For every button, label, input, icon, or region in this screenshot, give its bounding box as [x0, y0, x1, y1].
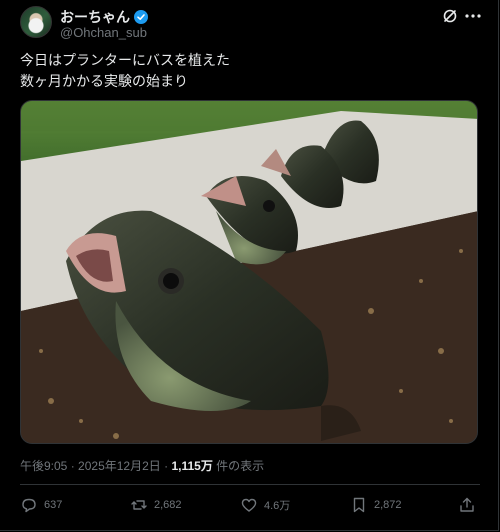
bookmark-icon: [353, 497, 365, 513]
like-button[interactable]: 4.6万: [240, 496, 290, 514]
meta-separator: ·: [164, 459, 169, 473]
reply-icon: [22, 498, 36, 513]
views-count: 1,115万: [171, 459, 213, 473]
repost-icon: [131, 500, 147, 510]
post-media-image[interactable]: [20, 100, 478, 444]
avatar[interactable]: [20, 6, 52, 38]
meta-separator: ·: [70, 459, 75, 473]
bookmark-count: 2,872: [374, 499, 402, 511]
post-header: おーちゃん @Ohchan_sub: [20, 4, 482, 44]
more-icon[interactable]: [464, 8, 482, 24]
like-count: 4.6万: [264, 500, 291, 512]
post-date[interactable]: 2025年12月2日: [78, 459, 161, 473]
like-icon: [241, 498, 257, 512]
author-display-name[interactable]: おーちゃん: [60, 7, 130, 27]
verified-badge-icon: [134, 10, 148, 24]
reply-count: 637: [44, 499, 63, 511]
post-time[interactable]: 午後9:05: [20, 459, 67, 473]
share-icon: [460, 497, 474, 512]
views-label: 件の表示: [216, 459, 265, 473]
divider: [20, 484, 480, 485]
repost-count: 2,682: [154, 499, 182, 511]
author-handle[interactable]: @Ohchan_sub: [60, 25, 147, 40]
post-text: 今日はプランターにバスを植えた 数ヶ月かかる実験の始まり: [20, 52, 230, 89]
post-meta: 午後9:05 · 2025年12月2日 · 1,115万 件の表示: [20, 457, 264, 474]
grok-icon[interactable]: [442, 8, 458, 24]
reply-button[interactable]: 637: [20, 496, 62, 514]
media-illustration: [21, 101, 477, 443]
bookmark-button[interactable]: 2,872: [350, 496, 402, 514]
action-bar: 637 2,682 4.6万 2,872: [20, 496, 480, 518]
repost-button[interactable]: 2,682: [130, 496, 182, 514]
author-name-row[interactable]: おーちゃん: [60, 7, 148, 27]
share-button[interactable]: [458, 496, 476, 514]
